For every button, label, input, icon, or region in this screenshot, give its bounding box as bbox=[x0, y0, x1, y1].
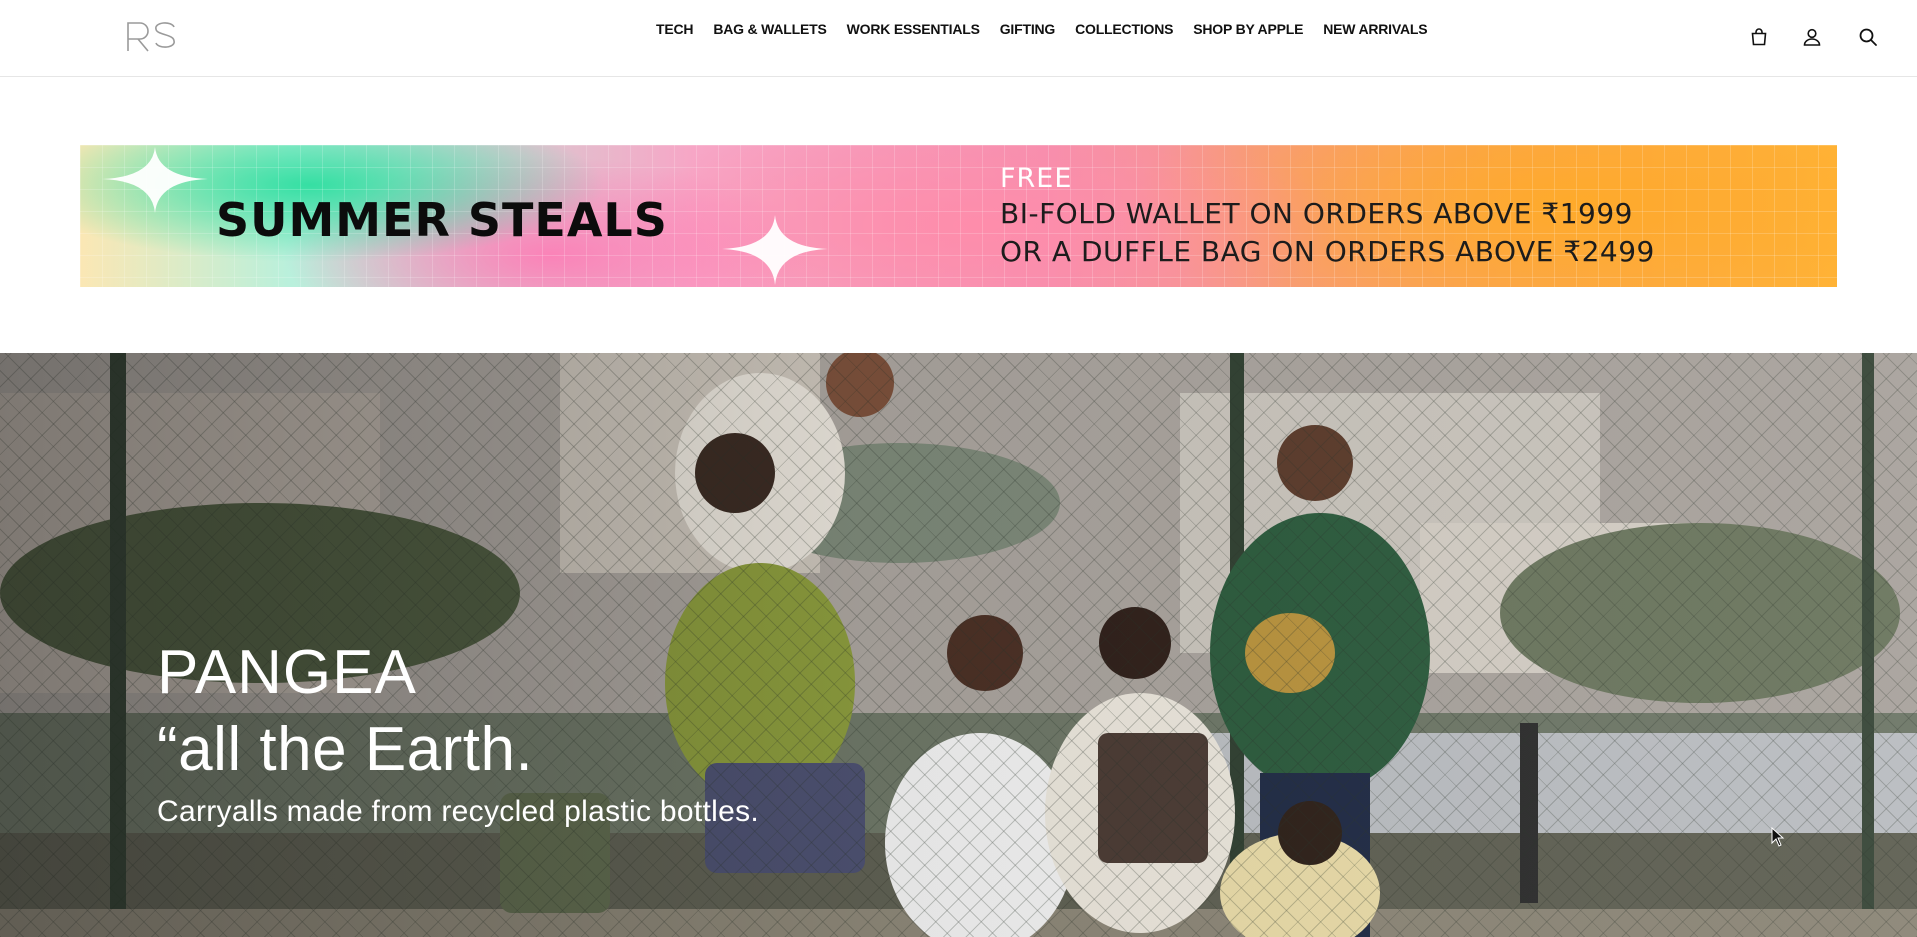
banner-offer: FREE BI-FOLD WALLET ON ORDERS ABOVE ₹199… bbox=[1000, 163, 1655, 271]
sparkle-icon bbox=[102, 147, 208, 213]
nav-item-collections[interactable]: COLLECTIONS bbox=[1075, 19, 1173, 39]
mouse-cursor-icon bbox=[1771, 827, 1785, 847]
banner-headline: SUMMER STEALS bbox=[216, 193, 668, 247]
nav-item-tech[interactable]: TECH bbox=[656, 19, 694, 39]
hero-copy: PANGEA “all the Earth. Carryalls made fr… bbox=[157, 636, 759, 832]
brand-logo[interactable] bbox=[124, 19, 180, 55]
sparkle-icon bbox=[722, 215, 828, 285]
hero-title: PANGEA bbox=[157, 638, 417, 707]
hero-subtitle: “all the Earth. bbox=[157, 715, 534, 784]
banner-offer-line: OR A DUFFLE BAG ON ORDERS ABOVE ₹2499 bbox=[1000, 235, 1655, 268]
nav-item-work-essentials[interactable]: WORK ESSENTIALS bbox=[847, 19, 980, 39]
bag-icon[interactable] bbox=[1747, 24, 1771, 50]
nav-item-new-arrivals[interactable]: NEW ARRIVALS bbox=[1323, 19, 1427, 39]
hero-section[interactable]: PANGEA “all the Earth. Carryalls made fr… bbox=[0, 353, 1917, 937]
user-icon[interactable] bbox=[1800, 24, 1824, 50]
banner-free-label: FREE bbox=[1000, 163, 1073, 194]
logo-mark bbox=[127, 22, 175, 52]
nav-item-gifting[interactable]: GIFTING bbox=[1000, 19, 1056, 39]
search-icon[interactable] bbox=[1856, 24, 1880, 50]
nav-item-bag-wallets[interactable]: BAG & WALLETS bbox=[713, 19, 826, 39]
banner-offer-line: BI-FOLD WALLET ON ORDERS ABOVE ₹1999 bbox=[1000, 197, 1633, 230]
hero-tagline: Carryalls made from recycled plastic bot… bbox=[157, 795, 760, 828]
nav-item-shop-by-apple[interactable]: SHOP BY APPLE bbox=[1193, 19, 1303, 39]
promo-banner[interactable]: SUMMER STEALS FREE BI-FOLD WALLET ON ORD… bbox=[80, 145, 1837, 287]
header-actions bbox=[1747, 24, 1917, 52]
main-nav: TECH BAG & WALLETS WORK ESSENTIALS GIFTI… bbox=[656, 19, 1428, 39]
site-header: TECH BAG & WALLETS WORK ESSENTIALS GIFTI… bbox=[0, 0, 1917, 77]
